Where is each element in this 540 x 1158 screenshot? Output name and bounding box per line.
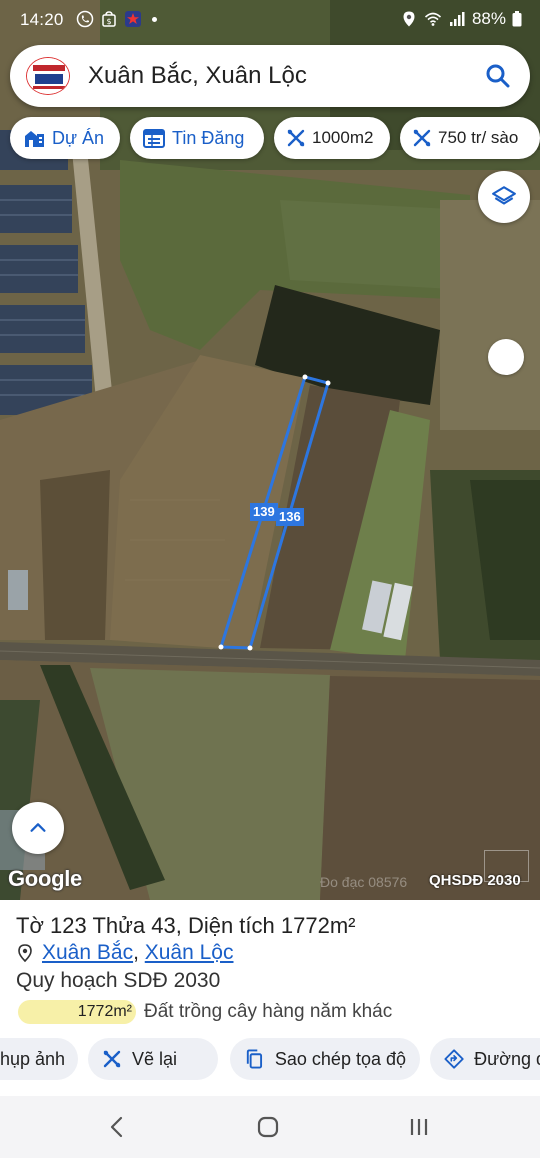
ruler-cross-icon — [413, 129, 431, 147]
chip-du-an-label: Dự Án — [52, 127, 105, 148]
chip-du-an[interactable]: Dự Án — [10, 117, 120, 159]
watermark-text: Đo đạc 08576 — [320, 874, 408, 890]
svg-text:$: $ — [106, 17, 111, 26]
phone-call-icon — [76, 10, 94, 28]
location-icon — [403, 11, 415, 27]
home-icon — [257, 1116, 279, 1138]
wifi-icon — [424, 12, 442, 26]
signal-icon — [449, 12, 465, 26]
chip-price-label: 750 tr/ sào — [438, 128, 519, 147]
app-logo[interactable] — [26, 57, 70, 95]
copy-icon — [246, 1049, 263, 1069]
parcel-info-sheet: Tờ 123 Thửa 43, Diện tích 1772m² Xuân Bắ… — [0, 900, 540, 1096]
filter-chips: Dự Án Tin Đăng 1000m2 750 tr/ sào — [10, 117, 540, 159]
edge-length-label-right: 136 — [276, 508, 304, 526]
status-time: 14:20 — [20, 10, 64, 29]
capture-photo-label: hụp ảnh — [0, 1048, 66, 1069]
sheet-label: Tờ — [16, 913, 44, 938]
ward-link[interactable]: Xuân Bắc — [42, 941, 133, 965]
parcel-number: 43 — [151, 913, 176, 938]
land-plan-title: Quy hoạch SDĐ 2030 — [16, 969, 221, 992]
status-bar: 14:20 $ 88% — [0, 0, 540, 40]
directions-label: Đường đ — [474, 1048, 540, 1069]
layers-icon — [492, 186, 516, 205]
redraw-button[interactable]: Vẽ lại — [88, 1038, 218, 1080]
layers-button[interactable] — [478, 171, 530, 223]
home-button[interactable] — [253, 1112, 283, 1142]
action-buttons: hụp ảnh Vẽ lại Sao chép tọa độ Đường đ — [0, 1038, 540, 1080]
expand-up-button[interactable] — [12, 802, 64, 854]
chip-area-label: 1000m2 — [312, 128, 374, 147]
recents-icon — [410, 1119, 428, 1135]
chip-tin-dang[interactable]: Tin Đăng — [130, 117, 264, 159]
district-link[interactable]: Xuân Lộc — [145, 941, 234, 965]
copy-coordinates-label: Sao chép tọa độ — [274, 1048, 406, 1069]
battery-icon — [512, 11, 522, 27]
comma-separator: , — [133, 941, 145, 964]
search-icon[interactable] — [484, 62, 512, 90]
chip-area-filter[interactable]: 1000m2 — [274, 117, 390, 159]
google-logo: Google — [8, 866, 82, 891]
battery-level: 88% — [471, 9, 506, 28]
notification-dot — [152, 16, 157, 22]
app-logo-image — [27, 58, 69, 94]
location-pin-icon — [18, 944, 32, 963]
chevron-up-icon — [30, 823, 46, 832]
parcel-location: Xuân Bắc, Xuân Lộc — [16, 941, 234, 965]
comma-separator: , — [175, 913, 182, 938]
sheet-number: 123 — [50, 913, 87, 938]
copy-coordinates-button[interactable]: Sao chép tọa độ — [230, 1038, 420, 1080]
redraw-label: Vẽ lại — [132, 1048, 178, 1069]
ruler-cross-icon — [287, 129, 305, 147]
edge-length-label-left: 139 — [250, 503, 278, 521]
chevron-left-icon — [110, 1116, 123, 1138]
capture-photo-button[interactable]: hụp ảnh — [0, 1038, 78, 1080]
parcel-label: Thửa — [92, 913, 146, 938]
recents-button[interactable] — [404, 1112, 434, 1142]
land-type-text: Đất trồng cây hàng năm khác — [144, 1001, 393, 1022]
search-bar[interactable]: Xuân Bắc, Xuân Lộc — [10, 45, 530, 107]
directions-icon — [444, 1049, 464, 1069]
parcel-title: Tờ 123 Thửa 43, Diện tích 1772m² — [16, 913, 355, 939]
search-query[interactable]: Xuân Bắc, Xuân Lộc — [88, 62, 307, 90]
back-button[interactable] — [102, 1112, 132, 1142]
directions-button[interactable]: Đường đ — [430, 1038, 540, 1080]
chip-price-filter[interactable]: 750 tr/ sào — [400, 117, 540, 159]
area-label: Diện tích — [187, 913, 275, 938]
building-icon — [25, 131, 44, 147]
chip-tin-dang-label: Tin Đăng — [172, 127, 245, 148]
land-area-pill: 1772m² — [18, 1000, 136, 1024]
plan-layer-label[interactable]: QHSDĐ 2030 — [429, 872, 521, 889]
map-marker-dot[interactable] — [488, 339, 524, 375]
calendar-list-icon — [143, 129, 165, 148]
app-star-icon — [125, 11, 141, 27]
land-use-row: 1772m² Đất trồng cây hàng năm khác — [18, 1000, 392, 1024]
ruler-cross-icon — [103, 1050, 121, 1068]
area-value: 1772m² — [280, 913, 356, 938]
system-nav-bar — [0, 1096, 540, 1158]
shopping-bag-icon: $ — [102, 11, 116, 27]
